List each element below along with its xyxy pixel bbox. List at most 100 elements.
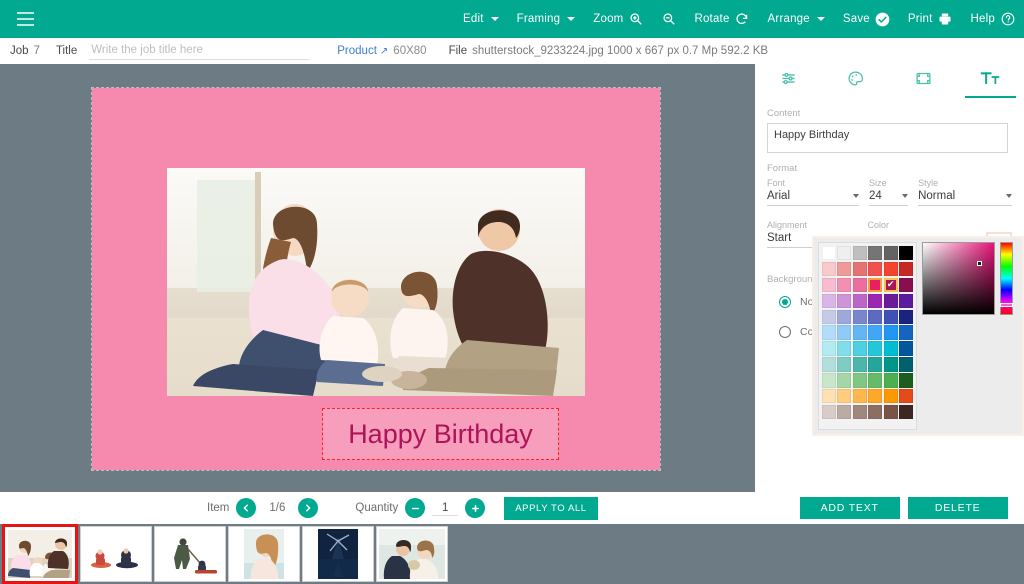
- color-swatch-9-3[interactable]: [868, 389, 883, 404]
- quantity-input[interactable]: [432, 500, 459, 516]
- content-textarea[interactable]: Happy Birthday: [767, 123, 1008, 153]
- color-swatch-6-2[interactable]: [852, 341, 867, 356]
- thumbnail-item-5[interactable]: [376, 526, 448, 582]
- radio-no-background[interactable]: [779, 296, 791, 308]
- color-swatch-8-3[interactable]: [868, 373, 883, 388]
- color-swatch-0-4[interactable]: [883, 246, 898, 261]
- color-swatch-2-4[interactable]: ✔: [883, 277, 898, 293]
- radio-color-background[interactable]: [779, 326, 791, 338]
- color-swatch-9-2[interactable]: [852, 389, 867, 404]
- toolbar-help-button[interactable]: Help: [962, 0, 1024, 38]
- color-swatch-5-4[interactable]: [883, 325, 898, 340]
- apply-to-all-button[interactable]: APPLY TO ALL: [504, 496, 598, 520]
- quantity-minus-button[interactable]: [405, 498, 426, 518]
- color-swatch-7-0[interactable]: [822, 357, 836, 372]
- color-swatch-0-5[interactable]: [899, 246, 913, 261]
- color-swatch-6-1[interactable]: [837, 341, 852, 356]
- color-swatch-7-1[interactable]: [837, 357, 852, 372]
- color-swatch-6-0[interactable]: [822, 341, 836, 356]
- hue-slider[interactable]: [1000, 242, 1013, 315]
- color-swatch-8-4[interactable]: [883, 373, 898, 388]
- toolbar-arrange-button[interactable]: Arrange: [759, 0, 834, 38]
- color-swatch-1-0[interactable]: [822, 261, 836, 277]
- color-swatch-5-5[interactable]: [899, 325, 913, 340]
- color-swatch-9-1[interactable]: [837, 389, 852, 404]
- toolbar-rotate-button[interactable]: Rotate: [685, 0, 758, 38]
- color-swatch-3-0[interactable]: [822, 293, 836, 309]
- delete-button[interactable]: DELETE: [907, 497, 1008, 519]
- color-swatch-10-1[interactable]: [837, 404, 852, 420]
- color-swatch-0-3[interactable]: [868, 246, 883, 261]
- color-swatch-7-5[interactable]: [899, 357, 913, 372]
- color-swatch-2-5[interactable]: [899, 277, 913, 293]
- toolbar-framing-button[interactable]: Framing: [508, 0, 585, 38]
- tab-text[interactable]: [957, 64, 1024, 98]
- font-select[interactable]: Arial: [767, 190, 859, 206]
- thumbnail-item-4[interactable]: [302, 526, 374, 582]
- thumbnail-strip[interactable]: [0, 524, 1024, 584]
- color-swatch-0-1[interactable]: [837, 246, 852, 261]
- size-select[interactable]: 24: [868, 190, 909, 206]
- color-swatch-0-2[interactable]: [852, 246, 867, 261]
- style-field[interactable]: Style Normal: [918, 178, 1012, 206]
- hamburger-icon[interactable]: [8, 0, 42, 38]
- color-swatch-8-2[interactable]: [852, 373, 867, 388]
- color-swatch-4-1[interactable]: [837, 309, 852, 324]
- toolbar-zoom-out-button[interactable]: [652, 0, 685, 38]
- canvas-text-object[interactable]: Happy Birthday: [322, 408, 559, 460]
- color-swatch-1-1[interactable]: [837, 261, 852, 277]
- color-swatch-3-4[interactable]: [883, 293, 898, 309]
- color-swatch-2-3[interactable]: [868, 277, 883, 293]
- color-swatch-1-2[interactable]: [852, 261, 867, 277]
- color-swatch-3-3[interactable]: [868, 293, 883, 309]
- saturation-value-box[interactable]: [922, 242, 995, 315]
- style-select[interactable]: Normal: [918, 190, 1012, 206]
- color-swatch-7-2[interactable]: [852, 357, 867, 372]
- color-swatch-1-5[interactable]: [899, 261, 913, 277]
- toolbar-print-button[interactable]: Print: [899, 0, 962, 38]
- color-swatch-4-5[interactable]: [899, 309, 913, 324]
- color-swatch-9-5[interactable]: [899, 389, 913, 404]
- saturation-cursor[interactable]: [977, 261, 982, 266]
- color-swatch-8-0[interactable]: [822, 373, 836, 388]
- color-swatch-4-0[interactable]: [822, 309, 836, 324]
- thumbnail-item-1[interactable]: [80, 526, 152, 582]
- tab-color[interactable]: [822, 64, 889, 98]
- color-swatch-6-4[interactable]: [883, 341, 898, 356]
- color-gradient-picker[interactable]: [922, 242, 1013, 430]
- color-swatch-10-0[interactable]: [822, 404, 836, 420]
- thumbnail-item-0[interactable]: [2, 524, 78, 584]
- product-link[interactable]: Product: [337, 45, 377, 57]
- color-swatch-0-0[interactable]: [822, 246, 836, 261]
- color-swatch-1-4[interactable]: [883, 261, 898, 277]
- color-swatch-5-3[interactable]: [868, 325, 883, 340]
- tab-frame[interactable]: [890, 64, 957, 98]
- color-swatch-1-3[interactable]: [868, 261, 883, 277]
- thumbnail-item-2[interactable]: [154, 526, 226, 582]
- color-swatch-2-1[interactable]: [837, 277, 852, 293]
- workspace[interactable]: Happy Birthday: [0, 64, 755, 492]
- color-swatch-9-4[interactable]: [883, 389, 898, 404]
- next-item-button[interactable]: [298, 498, 319, 518]
- hue-cursor[interactable]: [1000, 303, 1013, 307]
- color-swatch-4-3[interactable]: [868, 309, 883, 324]
- color-swatch-10-5[interactable]: [899, 404, 913, 420]
- toolbar-edit-button[interactable]: Edit: [454, 0, 508, 38]
- color-swatch-5-1[interactable]: [837, 325, 852, 340]
- toolbar-zoom-in-button[interactable]: Zoom: [584, 0, 652, 38]
- toolbar-save-button[interactable]: Save: [834, 0, 899, 38]
- color-swatch-8-1[interactable]: [837, 373, 852, 388]
- canvas-photo[interactable]: [167, 168, 585, 396]
- size-field[interactable]: Size 24: [868, 178, 909, 206]
- color-picker-popup[interactable]: ✔: [812, 236, 1024, 436]
- canvas-mat[interactable]: Happy Birthday: [91, 87, 661, 471]
- color-swatch-10-2[interactable]: [852, 404, 867, 420]
- tab-adjust[interactable]: [755, 64, 822, 98]
- color-swatch-10-3[interactable]: [868, 404, 883, 420]
- color-swatch-4-2[interactable]: [852, 309, 867, 324]
- color-swatch-grid[interactable]: ✔: [818, 242, 917, 430]
- add-text-button[interactable]: ADD TEXT: [799, 497, 900, 519]
- color-swatch-2-0[interactable]: [822, 277, 836, 293]
- font-field[interactable]: Font Arial: [767, 178, 859, 206]
- color-swatch-10-4[interactable]: [883, 404, 898, 420]
